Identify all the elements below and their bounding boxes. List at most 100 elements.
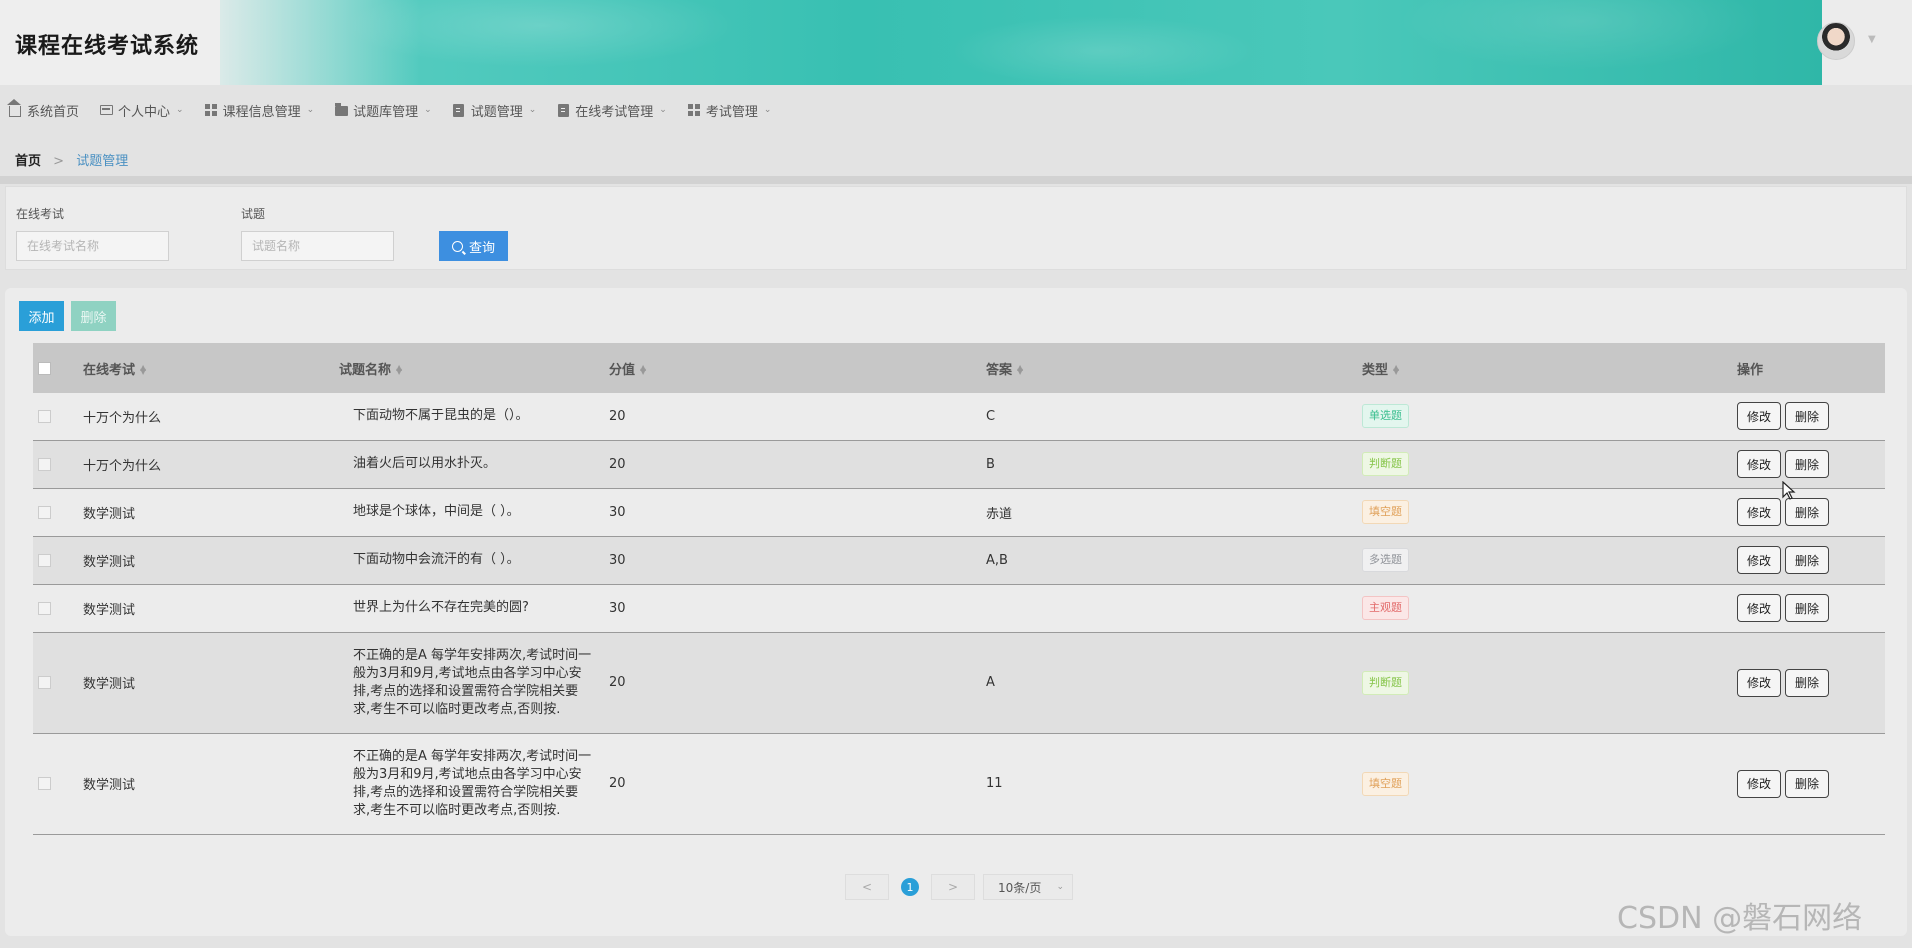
cell-question: 地球是个球体，中间是（ ）。 bbox=[339, 488, 609, 537]
grid-icon bbox=[204, 103, 218, 117]
exam-name-input[interactable] bbox=[16, 231, 169, 261]
row-checkbox[interactable] bbox=[38, 601, 51, 615]
row-checkbox[interactable] bbox=[38, 676, 51, 689]
table-row: 数学测试 不正确的是A 每学年安排两次,考试时间一般为3月和9月,考试地点由各学… bbox=[33, 632, 1885, 734]
page-size-select[interactable]: 10条/页 ⌄ bbox=[983, 874, 1073, 900]
cell-answer: B bbox=[986, 440, 1362, 489]
delete-button[interactable]: 删除 bbox=[1785, 450, 1829, 478]
user-avatar[interactable] bbox=[1817, 22, 1855, 60]
sort-icon: ▲ ▼ bbox=[1017, 363, 1024, 376]
cell-question: 不正确的是A 每学年安排两次,考试时间一般为3月和9月,考试地点由各学习中心安排… bbox=[339, 733, 609, 835]
delete-button[interactable]: 删除 bbox=[1785, 402, 1829, 431]
nav-item-online-exam[interactable]: 在线考试管理 ⌄ bbox=[556, 101, 667, 120]
search-panel: 在线考试 试题 查询 bbox=[5, 186, 1907, 270]
column-header-type[interactable]: 类型 ▲ ▼ bbox=[1362, 343, 1737, 393]
column-header-score[interactable]: 分值 ▲ ▼ bbox=[609, 343, 986, 393]
mouse-cursor-icon bbox=[1782, 480, 1796, 505]
question-field-label: 试题 bbox=[241, 207, 266, 221]
cell-score: 30 bbox=[609, 488, 986, 537]
cell-answer: 11 bbox=[986, 733, 1362, 835]
chevron-down-icon: ⌄ bbox=[176, 105, 184, 115]
type-badge: 主观题 bbox=[1362, 596, 1409, 620]
cell-answer: 赤道 bbox=[986, 488, 1362, 537]
table-row: 数学测试 下面动物中会流汗的有（ ）。 30 A,B 多选题 修改 删除 bbox=[33, 536, 1885, 585]
edit-button[interactable]: 修改 bbox=[1737, 450, 1781, 478]
edit-button[interactable]: 修改 bbox=[1737, 668, 1781, 697]
column-header-question[interactable]: 试题名称 ▲ ▼ bbox=[339, 343, 609, 393]
nav-item-exam-mgmt[interactable]: 考试管理 ⌄ bbox=[687, 101, 772, 120]
cell-exam: 十万个为什么 bbox=[69, 393, 339, 441]
table-row: 数学测试 不正确的是A 每学年安排两次,考试时间一般为3月和9月,考试地点由各学… bbox=[33, 733, 1885, 835]
top-nav: 系统首页 个人中心 ⌄ 课程信息管理 ⌄ 试题库管理 ⌄ 试题管理 ⌄ 在线考试… bbox=[0, 95, 1912, 125]
delete-button[interactable]: 删除 bbox=[1785, 546, 1829, 574]
chevron-down-icon: ⌄ bbox=[763, 105, 772, 115]
sort-icon: ▲ ▼ bbox=[640, 363, 647, 376]
card-icon bbox=[99, 103, 113, 117]
edit-button[interactable]: 修改 bbox=[1737, 769, 1781, 798]
breadcrumb: 首页 > 试题管理 bbox=[15, 150, 128, 169]
table-row: 数学测试 地球是个球体，中间是（ ）。 30 赤道 填空题 修改 删除 bbox=[33, 488, 1885, 537]
app-title: 课程在线考试系统 bbox=[15, 34, 200, 59]
edit-button[interactable]: 修改 bbox=[1737, 546, 1781, 574]
edit-button[interactable]: 修改 bbox=[1737, 594, 1781, 622]
row-checkbox[interactable] bbox=[38, 553, 51, 567]
cell-exam: 数学测试 bbox=[69, 632, 339, 734]
chevron-down-icon: ⌄ bbox=[659, 105, 667, 115]
search-button[interactable]: 查询 bbox=[439, 231, 508, 261]
next-page-button[interactable]: > bbox=[931, 874, 975, 900]
nav-item-question-bank[interactable]: 试题库管理 ⌄ bbox=[334, 101, 432, 120]
select-all-checkbox[interactable] bbox=[38, 361, 51, 375]
sort-icon: ▲ ▼ bbox=[396, 363, 403, 376]
chevron-down-icon: ⌄ bbox=[424, 105, 432, 115]
row-checkbox[interactable] bbox=[38, 505, 51, 519]
cell-question: 下面动物中会流汗的有（ ）。 bbox=[339, 536, 609, 585]
table-row: 十万个为什么 油着火后可以用水扑灭。 20 B 判断题 修改 删除 bbox=[33, 440, 1885, 489]
cell-exam: 数学测试 bbox=[69, 733, 339, 835]
column-header-answer[interactable]: 答案 ▲ ▼ bbox=[986, 343, 1362, 393]
folder-icon bbox=[334, 103, 348, 117]
type-badge: 填空题 bbox=[1362, 771, 1409, 796]
delete-button[interactable]: 删除 bbox=[1785, 668, 1829, 697]
type-badge: 多选题 bbox=[1362, 548, 1409, 572]
type-badge: 判断题 bbox=[1362, 452, 1409, 476]
watermark: CSDN @磐石网络 bbox=[1617, 901, 1863, 936]
add-button[interactable]: 添加 bbox=[19, 301, 64, 331]
header-banner bbox=[220, 0, 1822, 85]
search-icon bbox=[451, 240, 463, 252]
page-number-current[interactable]: 1 bbox=[901, 878, 919, 896]
delete-button[interactable]: 删除 bbox=[1785, 769, 1829, 798]
chevron-down-icon[interactable]: ▼ bbox=[1868, 34, 1876, 45]
chevron-down-icon: ⌄ bbox=[528, 105, 537, 115]
cell-score: 20 bbox=[609, 632, 986, 734]
column-header-exam[interactable]: 在线考试 ▲ ▼ bbox=[69, 343, 339, 393]
sort-icon: ▲ ▼ bbox=[140, 363, 147, 376]
nav-item-home[interactable]: 系统首页 bbox=[7, 99, 79, 120]
batch-delete-button[interactable]: 删除 bbox=[71, 301, 116, 331]
breadcrumb-home[interactable]: 首页 bbox=[15, 154, 41, 169]
row-checkbox[interactable] bbox=[38, 777, 51, 790]
table-row: 数学测试 世界上为什么不存在完美的圆? 30 主观题 修改 删除 bbox=[33, 584, 1885, 633]
cell-exam: 十万个为什么 bbox=[69, 440, 339, 489]
cell-score: 30 bbox=[609, 584, 986, 633]
prev-page-button[interactable]: < bbox=[845, 874, 889, 900]
delete-button[interactable]: 删除 bbox=[1785, 594, 1829, 622]
edit-button[interactable]: 修改 bbox=[1737, 402, 1781, 431]
nav-item-question-mgmt[interactable]: 试题管理 ⌄ bbox=[452, 101, 537, 120]
cell-question: 世界上为什么不存在完美的圆? bbox=[339, 584, 609, 633]
table-panel: 添加 删除 在线考试 ▲ ▼ 试题名称 ▲ ▼ 分值 ▲ ▼ 答案 ▲ ▼ 类型 ▲ ▼ 操作 十万… bbox=[5, 288, 1907, 936]
cell-question: 下面动物不属于昆虫的是（）。 bbox=[339, 393, 609, 441]
question-table: 在线考试 ▲ ▼ 试题名称 ▲ ▼ 分值 ▲ ▼ 答案 ▲ ▼ 类型 ▲ ▼ 操作 十万个为什么 下… bbox=[33, 343, 1885, 835]
cell-exam: 数学测试 bbox=[69, 584, 339, 633]
column-header-actions: 操作 bbox=[1737, 362, 1764, 378]
row-checkbox[interactable] bbox=[38, 409, 51, 423]
row-checkbox[interactable] bbox=[38, 457, 51, 471]
edit-button[interactable]: 修改 bbox=[1737, 498, 1781, 526]
clipboard-icon bbox=[556, 103, 570, 117]
cell-score: 30 bbox=[609, 536, 986, 585]
nav-item-personal-center[interactable]: 个人中心 ⌄ bbox=[99, 101, 184, 120]
cell-answer bbox=[986, 584, 1362, 633]
cell-exam: 数学测试 bbox=[69, 488, 339, 537]
nav-item-course-info[interactable]: 课程信息管理 ⌄ bbox=[204, 101, 314, 120]
question-name-input[interactable] bbox=[241, 231, 394, 261]
breadcrumb-separator: > bbox=[53, 154, 65, 169]
